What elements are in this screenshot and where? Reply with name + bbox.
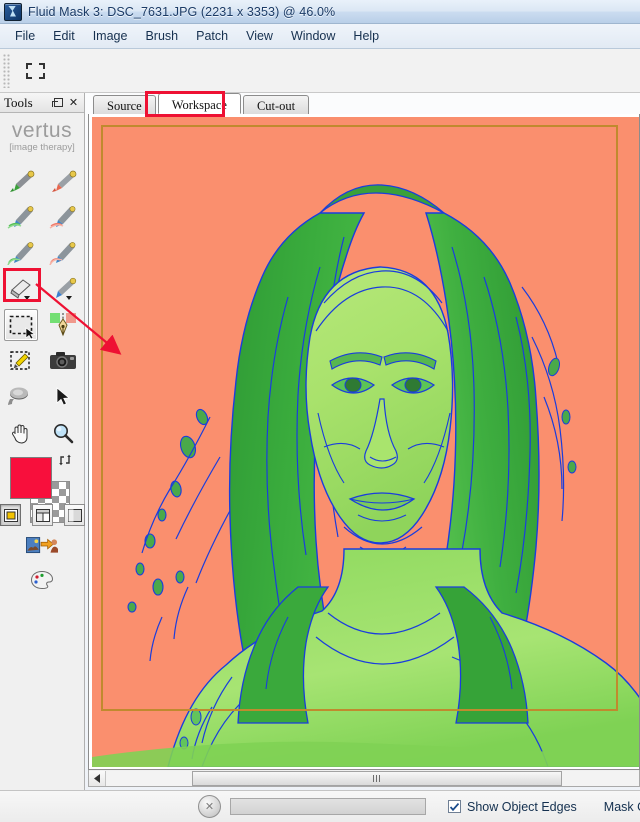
delete-brush-tool[interactable] bbox=[42, 163, 84, 199]
camera-icon bbox=[50, 352, 76, 369]
menu-item-window[interactable]: Window bbox=[282, 26, 344, 46]
green-marker-icon bbox=[10, 170, 35, 192]
zoom-tool[interactable] bbox=[42, 415, 84, 451]
menu-item-help[interactable]: Help bbox=[344, 26, 388, 46]
blue-brush-tool[interactable] bbox=[42, 271, 84, 307]
patch-spoon-icon bbox=[8, 387, 28, 405]
foreground-color-swatch[interactable] bbox=[10, 457, 52, 499]
drag-handle[interactable] bbox=[3, 53, 10, 88]
canvas-viewport[interactable] bbox=[92, 117, 639, 767]
status-bar: ✕ Show Object Edges Mask O bbox=[0, 790, 640, 822]
image-canvas[interactable] bbox=[88, 114, 640, 770]
close-icon[interactable]: ✕ bbox=[67, 96, 80, 109]
magic-wand-icon bbox=[10, 351, 30, 370]
marquee-select-button[interactable] bbox=[20, 57, 50, 85]
pointer-tool[interactable] bbox=[42, 379, 84, 415]
pen-path-tool[interactable] bbox=[42, 307, 84, 343]
extra-button-row-1 bbox=[0, 531, 84, 561]
blank-pane-icon bbox=[67, 508, 82, 522]
fluid-mask-app-icon bbox=[4, 2, 22, 21]
hand-icon bbox=[12, 424, 28, 444]
menu-item-file[interactable]: File bbox=[6, 26, 44, 46]
dashed-rectangle-icon bbox=[25, 62, 45, 79]
arrow-pointer-icon bbox=[25, 327, 36, 340]
red-marker-icon bbox=[52, 170, 77, 192]
green-blend-brush-icon bbox=[7, 242, 34, 265]
canvas-horizontal-scrollbar[interactable] bbox=[88, 770, 640, 787]
scrollbar-thumb[interactable] bbox=[192, 770, 562, 786]
keep-brush-tool[interactable] bbox=[0, 163, 42, 199]
arrow-pointer-icon bbox=[56, 387, 71, 406]
delete-edge-brush-tool[interactable] bbox=[42, 199, 84, 235]
tab-source[interactable]: Source bbox=[93, 95, 156, 114]
patch-tool[interactable] bbox=[0, 379, 42, 415]
options-toolbar bbox=[0, 49, 640, 93]
keep-blend-brush-tool[interactable] bbox=[0, 235, 42, 271]
brand-tagline: [image therapy] bbox=[9, 142, 75, 153]
show-object-edges-label: Show Object Edges bbox=[467, 799, 577, 814]
window-title: Fluid Mask 3: DSC_7631.JPG (2231 x 3353)… bbox=[28, 4, 336, 19]
application-window: Fluid Mask 3: DSC_7631.JPG (2231 x 3353)… bbox=[0, 0, 640, 822]
show-object-edges-checkbox[interactable]: Show Object Edges bbox=[448, 800, 577, 814]
restore-window-icon[interactable] bbox=[52, 96, 65, 109]
camera-tool[interactable] bbox=[42, 343, 84, 379]
swap-colors-icon[interactable] bbox=[58, 453, 72, 467]
tools-panel-header: Tools ✕ bbox=[0, 93, 84, 113]
extra-button-row-2 bbox=[0, 565, 84, 595]
split-pane-icon bbox=[35, 508, 50, 522]
blend-preview-button[interactable] bbox=[25, 531, 59, 561]
menu-item-image[interactable]: Image bbox=[84, 26, 137, 46]
brand-name: vertus bbox=[11, 119, 73, 142]
image-swap-icon bbox=[26, 537, 58, 554]
view-mode-blank[interactable] bbox=[64, 504, 85, 526]
cancel-icon[interactable]: ✕ bbox=[198, 795, 221, 818]
eraser-tool[interactable] bbox=[0, 271, 42, 307]
grip-lines-icon bbox=[372, 774, 382, 782]
tab-workspace[interactable]: Workspace bbox=[157, 93, 241, 114]
blue-marker-icon bbox=[56, 277, 77, 300]
tools-panel: Tools ✕ vertus [image therapy] bbox=[0, 93, 85, 822]
vertus-logo: vertus [image therapy] bbox=[0, 113, 84, 157]
fountain-pen-icon bbox=[50, 313, 76, 337]
tab-cutout[interactable]: Cut-out bbox=[242, 95, 310, 114]
title-bar: Fluid Mask 3: DSC_7631.JPG (2231 x 3353)… bbox=[0, 0, 640, 24]
keep-edge-brush-tool[interactable] bbox=[0, 199, 42, 235]
magic-wand-tool[interactable] bbox=[0, 343, 42, 379]
magnifier-icon bbox=[54, 424, 74, 444]
single-pane-icon bbox=[3, 508, 18, 522]
eraser-icon bbox=[10, 279, 31, 300]
mask-opacity-label: Mask O bbox=[603, 799, 640, 814]
red-blend-brush-icon bbox=[49, 242, 76, 265]
marquee-tool[interactable] bbox=[0, 307, 42, 343]
triangle-left-icon[interactable] bbox=[89, 770, 106, 786]
masked-portrait-image bbox=[92, 117, 639, 767]
view-tabs: Source Workspace Cut-out bbox=[88, 93, 640, 115]
red-edge-brush-icon bbox=[49, 206, 76, 229]
checkbox-checked-icon bbox=[448, 800, 461, 813]
menu-bar: File Edit Image Brush Patch View Window … bbox=[0, 24, 640, 49]
tools-panel-title: Tools bbox=[4, 94, 33, 110]
delete-blend-brush-tool[interactable] bbox=[42, 235, 84, 271]
view-mode-group bbox=[0, 504, 85, 526]
view-mode-split[interactable] bbox=[32, 504, 53, 526]
palette-button[interactable] bbox=[25, 565, 59, 595]
menu-item-edit[interactable]: Edit bbox=[44, 26, 84, 46]
view-mode-single[interactable] bbox=[0, 504, 21, 526]
scrollbar-track[interactable] bbox=[106, 770, 639, 786]
palette-icon bbox=[30, 570, 54, 590]
hand-tool[interactable] bbox=[0, 415, 42, 451]
tool-grid bbox=[0, 163, 84, 451]
menu-item-brush[interactable]: Brush bbox=[136, 26, 187, 46]
menu-item-view[interactable]: View bbox=[237, 26, 282, 46]
menu-item-patch[interactable]: Patch bbox=[187, 26, 237, 46]
progress-bar bbox=[230, 798, 426, 815]
green-edge-brush-icon bbox=[7, 206, 34, 229]
